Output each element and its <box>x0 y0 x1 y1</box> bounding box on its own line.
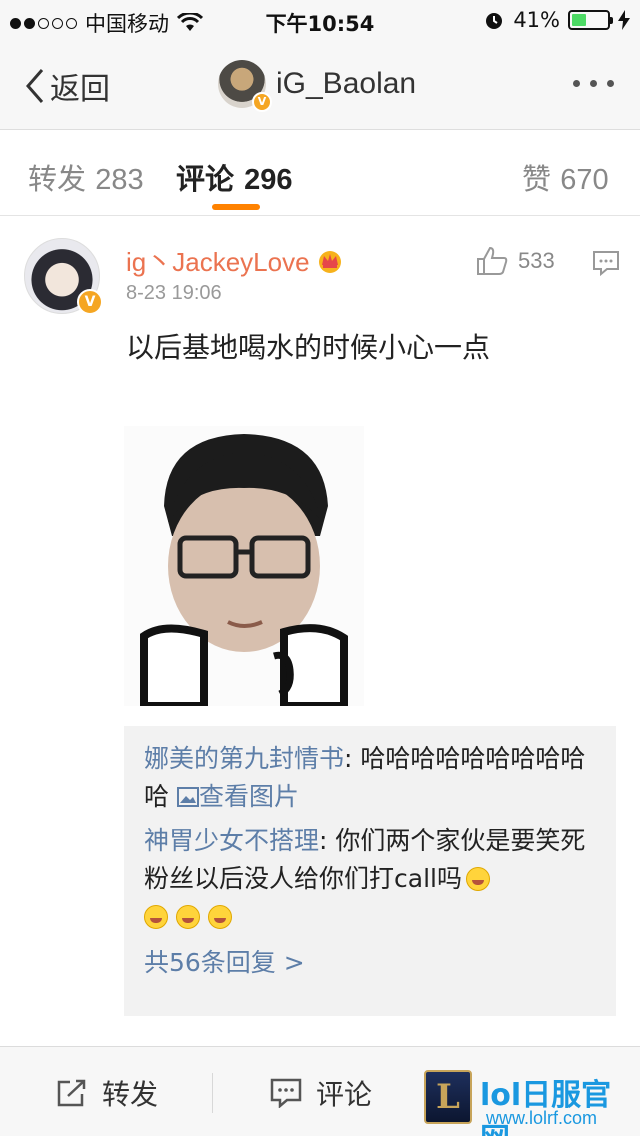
comment-text: 以后基地喝水的时候小心一点 <box>126 331 491 364</box>
crown-icon <box>318 250 341 273</box>
view-image-link[interactable]: 查看图片 <box>176 782 299 811</box>
reply-author[interactable]: 神胃少女不搭理 <box>144 826 319 855</box>
repost-button[interactable]: 转发 <box>56 1073 158 1113</box>
back-button[interactable]: 返回 <box>22 64 110 108</box>
laughing-tears-icon <box>208 905 232 929</box>
status-bar: 中国移动 下午10:54 41% <box>0 0 640 40</box>
reply-author[interactable]: 娜美的第九封情书 <box>144 744 344 773</box>
reply-item: 神胃少女不搭理: 你们两个家伙是要笑死粉丝以后没人给你们打call吗 <box>144 822 596 936</box>
status-right: 41% <box>483 8 630 32</box>
nav-username: iG_Baolan <box>276 67 417 100</box>
comment-image[interactable] <box>124 426 364 710</box>
replies-box[interactable]: 娜美的第九封情书: 哈哈哈哈哈哈哈哈哈哈 查看图片 神胃少女不搭理: 你们两个家… <box>124 726 616 1016</box>
tab-repost-label: 转发 <box>28 162 87 196</box>
tab-comments-count: 296 <box>244 164 293 196</box>
nav-bar: 返回 V iG_Baolan <box>0 40 640 130</box>
battery-percent: 41% <box>513 8 560 32</box>
nav-title[interactable]: V iG_Baolan <box>218 60 417 112</box>
tab-likes-count: 670 <box>560 164 609 196</box>
share-icon <box>57 1079 86 1107</box>
charging-icon <box>618 10 630 30</box>
tab-repost-count: 283 <box>95 164 144 196</box>
chevron-left-icon <box>26 69 44 103</box>
lol-logo: L <box>424 1070 472 1124</box>
tab-comments-label: 评论 <box>176 162 235 196</box>
image-icon <box>176 787 199 807</box>
battery-icon <box>568 10 613 30</box>
divider <box>212 1073 213 1113</box>
tab-likes-label: 赞 <box>522 162 552 196</box>
thumbs-up-icon <box>477 246 508 275</box>
tab-repost[interactable]: 转发 283 <box>28 156 144 198</box>
laughing-tears-icon <box>465 867 490 891</box>
avatar: V <box>218 60 272 112</box>
view-image-label: 查看图片 <box>198 782 299 811</box>
alarm-icon <box>486 13 503 29</box>
laughing-tears-icon <box>176 905 200 929</box>
like-button[interactable]: 533 <box>476 246 555 276</box>
verified-badge-icon: V <box>252 92 272 112</box>
tab-bar: 转发 283 评论 296 赞 670 <box>0 130 640 216</box>
comment-item: V ig丶JackeyLove 8-23 19:06 533 以后基地喝水的时候… <box>0 216 640 1046</box>
portrait-image <box>124 426 364 710</box>
tab-likes[interactable]: 赞 670 <box>522 156 609 198</box>
comment-date: 8-23 19:06 <box>126 282 222 304</box>
comment-icon <box>270 1078 302 1108</box>
tab-comments[interactable]: 评论 296 <box>176 156 293 198</box>
like-count: 533 <box>518 248 555 273</box>
reply-item: 娜美的第九封情书: 哈哈哈哈哈哈哈哈哈哈 查看图片 <box>144 740 596 816</box>
avatar[interactable]: V <box>24 238 103 315</box>
reply-icon[interactable] <box>592 250 620 276</box>
comment-label: 评论 <box>316 1078 373 1111</box>
back-label: 返回 <box>50 72 110 107</box>
more-icon[interactable] <box>573 80 614 87</box>
verified-badge-icon: V <box>77 289 103 315</box>
laughing-tears-icon <box>144 905 168 929</box>
view-more-replies-link[interactable]: 共56条回复 > <box>144 944 596 982</box>
comment-button[interactable]: 评论 <box>270 1073 372 1113</box>
author-name: ig丶JackeyLove <box>126 247 310 277</box>
battery-fill <box>572 14 586 26</box>
active-tab-indicator <box>212 204 260 210</box>
watermark-url: www.lolrf.com <box>486 1108 598 1128</box>
repost-label: 转发 <box>102 1078 159 1111</box>
comment-author[interactable]: ig丶JackeyLove <box>126 242 344 279</box>
